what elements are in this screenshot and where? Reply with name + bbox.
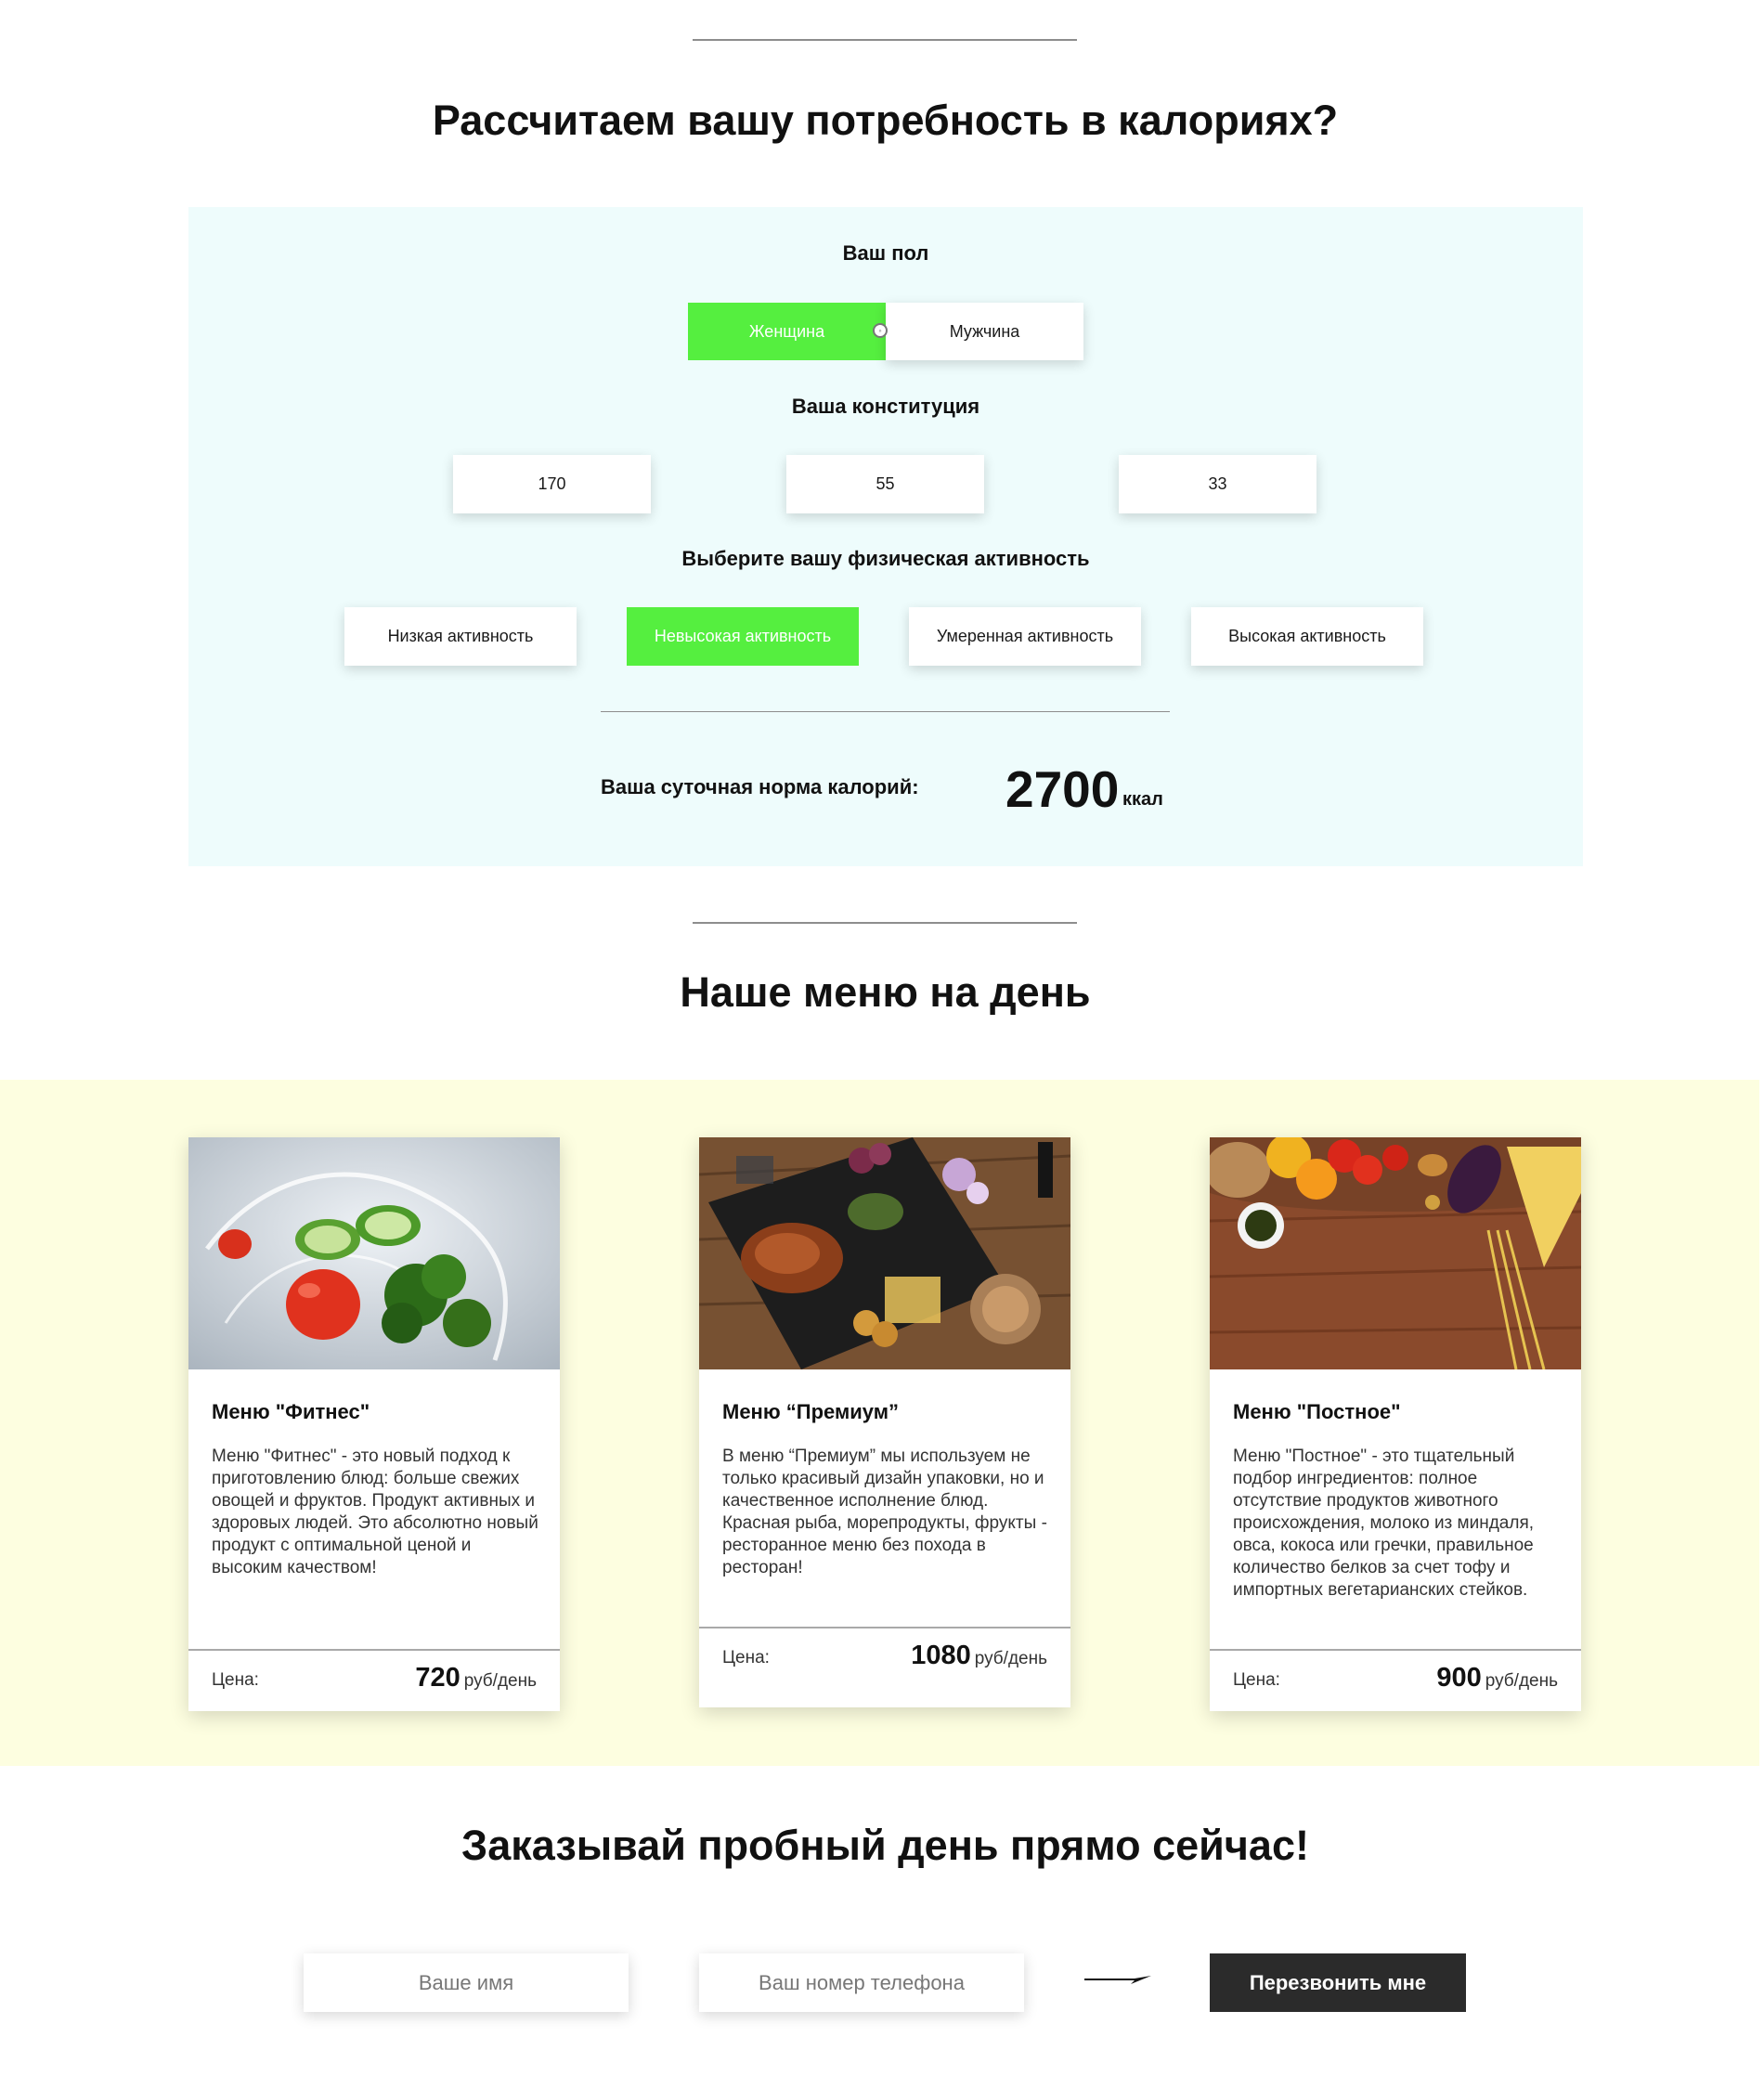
- toggle-knob-icon[interactable]: ◦: [873, 323, 888, 338]
- callback-button[interactable]: Перезвонить мне: [1210, 1953, 1466, 2012]
- lenten-menu-image: [1210, 1137, 1581, 1369]
- premium-card-divider: [699, 1627, 1070, 1628]
- premium-card-title: Меню “Премиум”: [722, 1400, 899, 1423]
- calorie-calculator: Ваш пол Женщина Мужчина ◦ Ваша конституц…: [188, 207, 1583, 866]
- name-input[interactable]: Ваше имя: [304, 1953, 629, 2012]
- constitution-label: Ваша конституция: [791, 395, 980, 418]
- fitness-menu-image: [188, 1137, 560, 1369]
- premium-price: 1080 руб/день: [911, 1641, 1047, 1671]
- activity-light-button[interactable]: Невысокая активность: [627, 607, 859, 666]
- height-input[interactable]: 170: [453, 455, 651, 513]
- premium-price-unit: руб/день: [974, 1649, 1047, 1668]
- activity-low-button[interactable]: Низкая активность: [344, 607, 577, 666]
- weight-input[interactable]: 55: [786, 455, 984, 513]
- activity-moderate-button[interactable]: Умеренная активность: [909, 607, 1141, 666]
- menu-card-fitness[interactable]: Меню "Фитнес" Меню "Фитнес" - это новый …: [188, 1137, 560, 1711]
- lenten-price-label: Цена:: [1233, 1670, 1280, 1690]
- arrow-right-icon: [1084, 1976, 1151, 1984]
- daily-calories-value: 2700: [1005, 760, 1120, 818]
- gender-female-button[interactable]: Женщина: [688, 303, 886, 360]
- lenten-price-unit: руб/день: [1485, 1671, 1558, 1691]
- calculator-heading: Рассчитаем вашу потребность в калориях?: [432, 97, 1339, 144]
- lenten-card-divider: [1210, 1649, 1581, 1651]
- premium-card-description: В меню “Премиум” мы используем не только…: [722, 1447, 1047, 1577]
- menu-card-lenten[interactable]: Меню "Постное" Меню "Постное" - это тщат…: [1210, 1137, 1581, 1711]
- fitness-price: 720 руб/день: [415, 1663, 537, 1693]
- fitness-price-unit: руб/день: [463, 1671, 537, 1691]
- premium-price-value: 1080: [911, 1641, 971, 1670]
- section-divider-menu: [693, 922, 1077, 924]
- activity-high-button[interactable]: Высокая активность: [1191, 607, 1423, 666]
- fitness-card-description: Меню "Фитнес" - это новый подход к приго…: [212, 1447, 538, 1577]
- order-heading: Заказывай пробный день прямо сейчас!: [461, 1822, 1309, 1869]
- fitness-card-title: Меню "Фитнес": [212, 1400, 370, 1423]
- lenten-price-value: 900: [1436, 1663, 1482, 1693]
- menu-card-premium[interactable]: Меню “Премиум” В меню “Премиум” мы испол…: [699, 1137, 1070, 1707]
- menu-section: Меню "Фитнес" Меню "Фитнес" - это новый …: [0, 1080, 1759, 1766]
- premium-price-label: Цена:: [722, 1648, 770, 1667]
- lenten-card-description: Меню "Постное" - это тщательный подбор и…: [1233, 1447, 1535, 1600]
- gender-label: Ваш пол: [842, 241, 929, 265]
- age-input[interactable]: 33: [1119, 455, 1317, 513]
- daily-calories-label: Ваша суточная норма калорий:: [601, 775, 919, 798]
- menu-heading: Наше меню на день: [680, 968, 1091, 1016]
- lenten-price: 900 руб/день: [1436, 1663, 1558, 1693]
- result-divider: [601, 711, 1170, 712]
- fitness-card-divider: [188, 1649, 560, 1651]
- fitness-price-label: Цена:: [212, 1670, 259, 1690]
- lenten-card-title: Меню "Постное": [1233, 1400, 1401, 1423]
- fitness-price-value: 720: [415, 1663, 460, 1693]
- gender-male-button[interactable]: Мужчина: [886, 303, 1083, 360]
- section-divider-top: [693, 39, 1077, 41]
- daily-calories-unit: ккал: [1122, 789, 1163, 810]
- premium-menu-image: [699, 1137, 1070, 1369]
- activity-label: Выберите вашу физическая активность: [681, 547, 1090, 570]
- phone-input[interactable]: Ваш номер телефона: [699, 1953, 1024, 2012]
